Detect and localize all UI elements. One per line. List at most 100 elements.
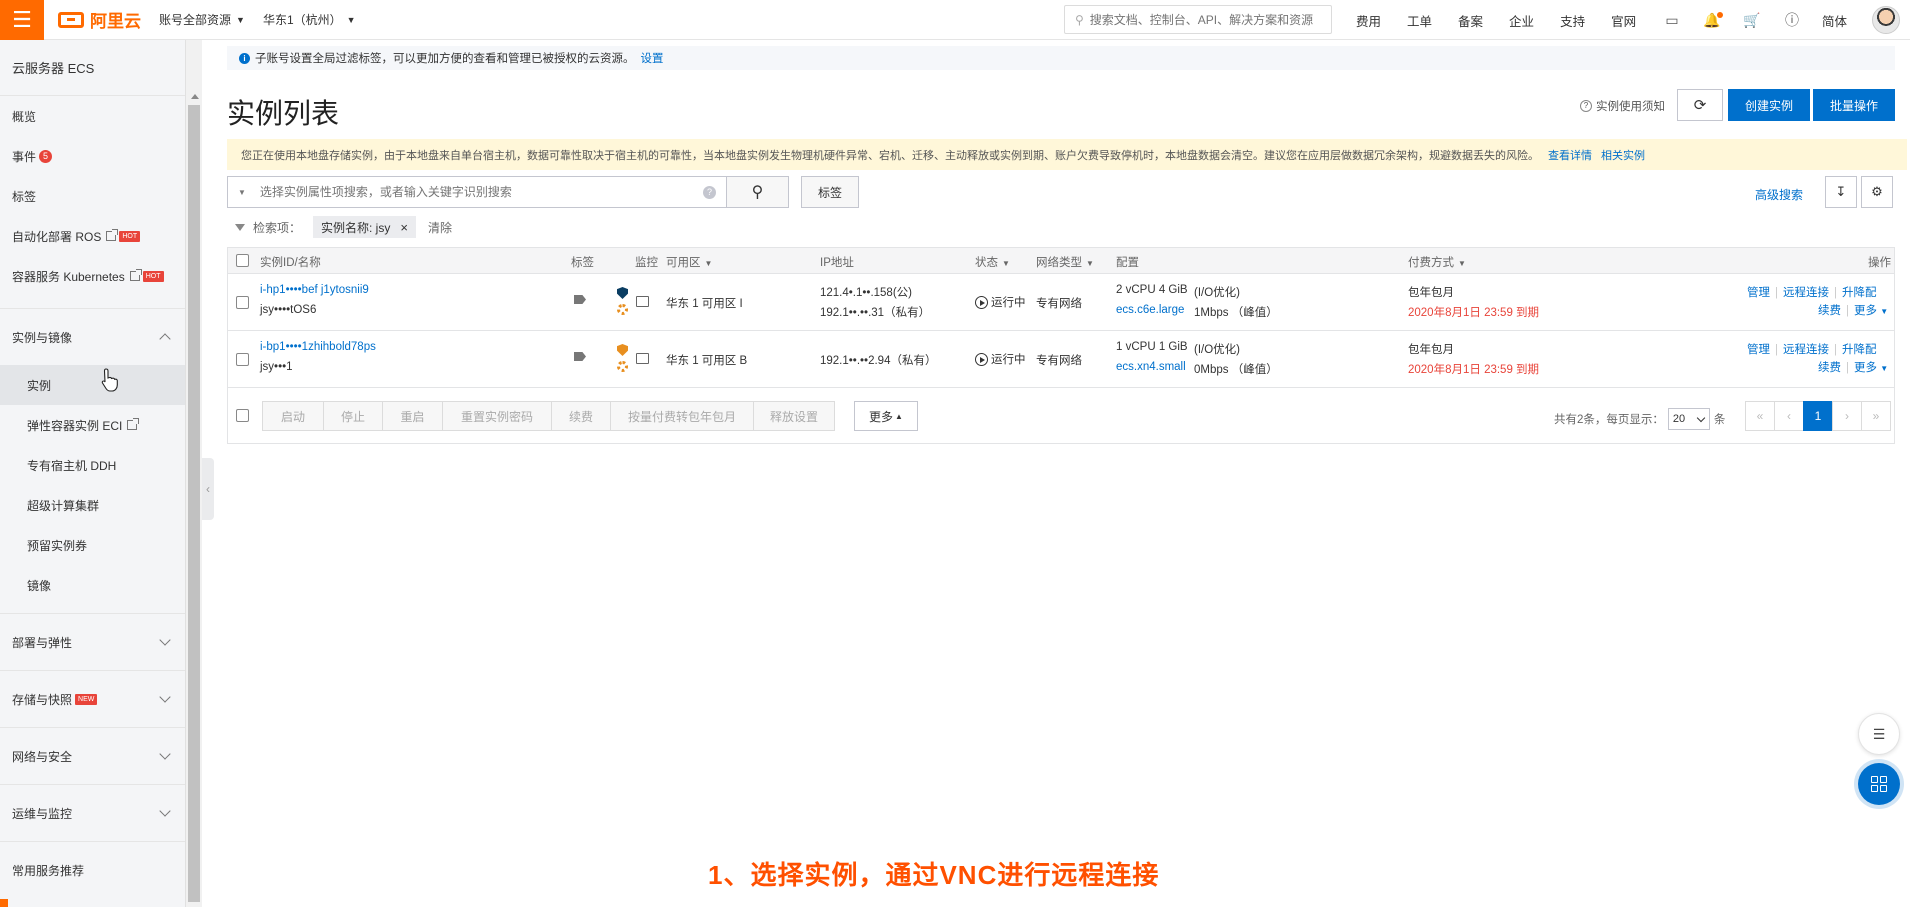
top-link-icp[interactable]: 备案 xyxy=(1458,11,1483,30)
top-link-enterprise[interactable]: 企业 xyxy=(1509,11,1534,30)
upgrade-link[interactable]: 升降配 xyxy=(1842,344,1877,356)
advanced-search-link[interactable]: 高级搜索 xyxy=(1755,186,1803,203)
instance-id-link[interactable]: i-hp1••••bef j1ytosnii9 xyxy=(260,284,369,296)
next-page-button[interactable]: › xyxy=(1832,401,1862,431)
top-link-support[interactable]: 支持 xyxy=(1560,11,1585,30)
top-link-fees[interactable]: 费用 xyxy=(1356,11,1381,30)
renew-link[interactable]: 续费 xyxy=(1818,305,1841,317)
search-button[interactable]: ⚲ xyxy=(727,176,789,208)
bell-icon[interactable]: 🔔 xyxy=(1692,12,1732,29)
region-select[interactable]: 华东1（杭州） ▼ xyxy=(263,11,356,28)
more-actions-link[interactable]: 更多 ▼ xyxy=(1854,362,1888,374)
global-search[interactable]: ⚲ xyxy=(1064,5,1332,34)
release-settings-button[interactable]: 释放设置 xyxy=(753,401,835,431)
tag-icon[interactable] xyxy=(574,295,586,304)
prev-page-button[interactable]: ‹ xyxy=(1774,401,1804,431)
header-status[interactable]: 状态▼ xyxy=(975,254,1010,270)
instance-search-field[interactable]: ▼ ? xyxy=(227,176,727,208)
tag-filter-button[interactable]: 标签 xyxy=(801,176,859,208)
cart-icon[interactable]: 🛒 xyxy=(1732,12,1772,29)
renew-button[interactable]: 续费 xyxy=(551,401,611,431)
refresh-button[interactable]: ⟳ xyxy=(1677,89,1723,121)
sidebar-item-tags[interactable]: 标签 xyxy=(0,176,185,216)
row-checkbox[interactable] xyxy=(236,296,249,309)
monitor-icon[interactable] xyxy=(636,353,649,364)
instance-id-link[interactable]: i-bp1••••1zhihbold78ps xyxy=(260,341,376,353)
select-all-checkbox[interactable] xyxy=(236,254,249,267)
account-scope-select[interactable]: 账号全部资源 ▼ xyxy=(159,11,245,28)
brand-logo[interactable]: 阿里云 xyxy=(58,7,141,32)
reset-password-button[interactable]: 重置实例密码 xyxy=(442,401,552,431)
sidebar-item-ros[interactable]: 自动化部署 ROSHOT xyxy=(0,216,185,256)
close-icon[interactable]: × xyxy=(400,220,408,235)
security-shield-icon[interactable] xyxy=(617,287,628,299)
top-link-tickets[interactable]: 工单 xyxy=(1407,11,1432,30)
footer-more-button[interactable]: 更多▲ xyxy=(854,401,918,431)
sidebar-item-events[interactable]: 事件5 xyxy=(0,136,185,176)
hamburger-menu-icon[interactable]: ☰ xyxy=(0,0,44,40)
restart-button[interactable]: 重启 xyxy=(382,401,443,431)
warning-details-link[interactable]: 查看详情 xyxy=(1548,147,1592,163)
sidebar-item-instances[interactable]: 实例 xyxy=(0,365,185,405)
header-zone[interactable]: 可用区▼ xyxy=(666,254,712,270)
batch-operation-button[interactable]: 批量操作 xyxy=(1813,89,1895,121)
scroll-up-arrow-icon[interactable] xyxy=(191,94,199,99)
sidebar-item-eci[interactable]: 弹性容器实例 ECI xyxy=(0,405,185,445)
warning-related-link[interactable]: 相关实例 xyxy=(1601,147,1645,163)
header-billing[interactable]: 付费方式▼ xyxy=(1408,254,1466,270)
help-icon[interactable]: ⓘ xyxy=(1772,10,1812,30)
page-1-button[interactable]: 1 xyxy=(1803,401,1833,431)
chat-float-button[interactable]: ☰ xyxy=(1858,713,1900,755)
agent-gear-icon[interactable] xyxy=(617,304,628,315)
convert-billing-button[interactable]: 按量付费转包年包月 xyxy=(610,401,754,431)
top-link-official-site[interactable]: 官网 xyxy=(1611,11,1636,30)
renew-link[interactable]: 续费 xyxy=(1818,362,1841,374)
sidebar-group-storage[interactable]: 存储与快照NEW xyxy=(0,670,185,727)
sidebar-item-images[interactable]: 镜像 xyxy=(0,565,185,605)
first-page-button[interactable]: « xyxy=(1745,401,1775,431)
agent-gear-icon[interactable] xyxy=(617,361,628,372)
sidebar-group-ops[interactable]: 运维与监控 xyxy=(0,784,185,841)
create-instance-button[interactable]: 创建实例 xyxy=(1728,89,1810,121)
sidebar-group-instances-images[interactable]: 实例与镜像 xyxy=(0,308,185,365)
language-switch[interactable]: 简体 xyxy=(1822,11,1847,30)
per-page-select[interactable]: 20 xyxy=(1668,408,1710,430)
tag-icon[interactable] xyxy=(574,352,586,361)
monitor-icon[interactable] xyxy=(636,296,649,307)
footer-select-all-checkbox[interactable] xyxy=(236,409,249,422)
last-page-button[interactable]: » xyxy=(1861,401,1891,431)
sidebar-item-reserved[interactable]: 预留实例券 xyxy=(0,525,185,565)
apps-float-button[interactable] xyxy=(1858,763,1900,805)
upgrade-link[interactable]: 升降配 xyxy=(1842,287,1877,299)
sidebar-group-deployment[interactable]: 部署与弹性 xyxy=(0,613,185,670)
clear-filter-link[interactable]: 清除 xyxy=(428,219,452,236)
sidebar-item-scc[interactable]: 超级计算集群 xyxy=(0,485,185,525)
settings-button[interactable]: ⚙ xyxy=(1861,176,1893,208)
sidebar-item-kubernetes[interactable]: 容器服务 KubernetesHOT xyxy=(0,256,185,296)
search-help-icon[interactable]: ? xyxy=(703,186,716,199)
sidebar-collapse-handle[interactable]: ‹ xyxy=(202,458,214,520)
terminal-icon[interactable]: ▭ xyxy=(1652,12,1692,29)
sidebar-scrollbar-thumb[interactable] xyxy=(188,105,200,902)
sidebar-group-recommended[interactable]: 常用服务推荐 xyxy=(0,841,185,898)
notice-settings-link[interactable]: 设置 xyxy=(641,50,664,66)
security-shield-icon[interactable] xyxy=(617,344,628,356)
instance-type-link[interactable]: ecs.c6e.large xyxy=(1116,304,1184,316)
instance-usage-help[interactable]: ? 实例使用须知 xyxy=(1580,98,1665,114)
manage-link[interactable]: 管理 xyxy=(1747,287,1770,299)
sidebar-item-ddh[interactable]: 专有宿主机 DDH xyxy=(0,445,185,485)
start-button[interactable]: 启动 xyxy=(262,401,324,431)
remote-connect-link[interactable]: 远程连接 xyxy=(1783,287,1829,299)
more-actions-link[interactable]: 更多 ▼ xyxy=(1854,305,1888,317)
caret-down-icon[interactable]: ▼ xyxy=(238,188,246,197)
global-search-input[interactable] xyxy=(1090,13,1320,27)
export-button[interactable]: ↧ xyxy=(1825,176,1857,208)
remote-connect-link[interactable]: 远程连接 xyxy=(1783,344,1829,356)
instance-type-link[interactable]: ecs.xn4.small xyxy=(1116,361,1186,373)
header-network[interactable]: 网络类型▼ xyxy=(1036,254,1094,270)
instance-search-input[interactable] xyxy=(260,185,690,199)
manage-link[interactable]: 管理 xyxy=(1747,344,1770,356)
sidebar-group-network[interactable]: 网络与安全 xyxy=(0,727,185,784)
user-avatar[interactable] xyxy=(1872,6,1900,34)
sidebar-item-overview[interactable]: 概览 xyxy=(0,96,185,136)
